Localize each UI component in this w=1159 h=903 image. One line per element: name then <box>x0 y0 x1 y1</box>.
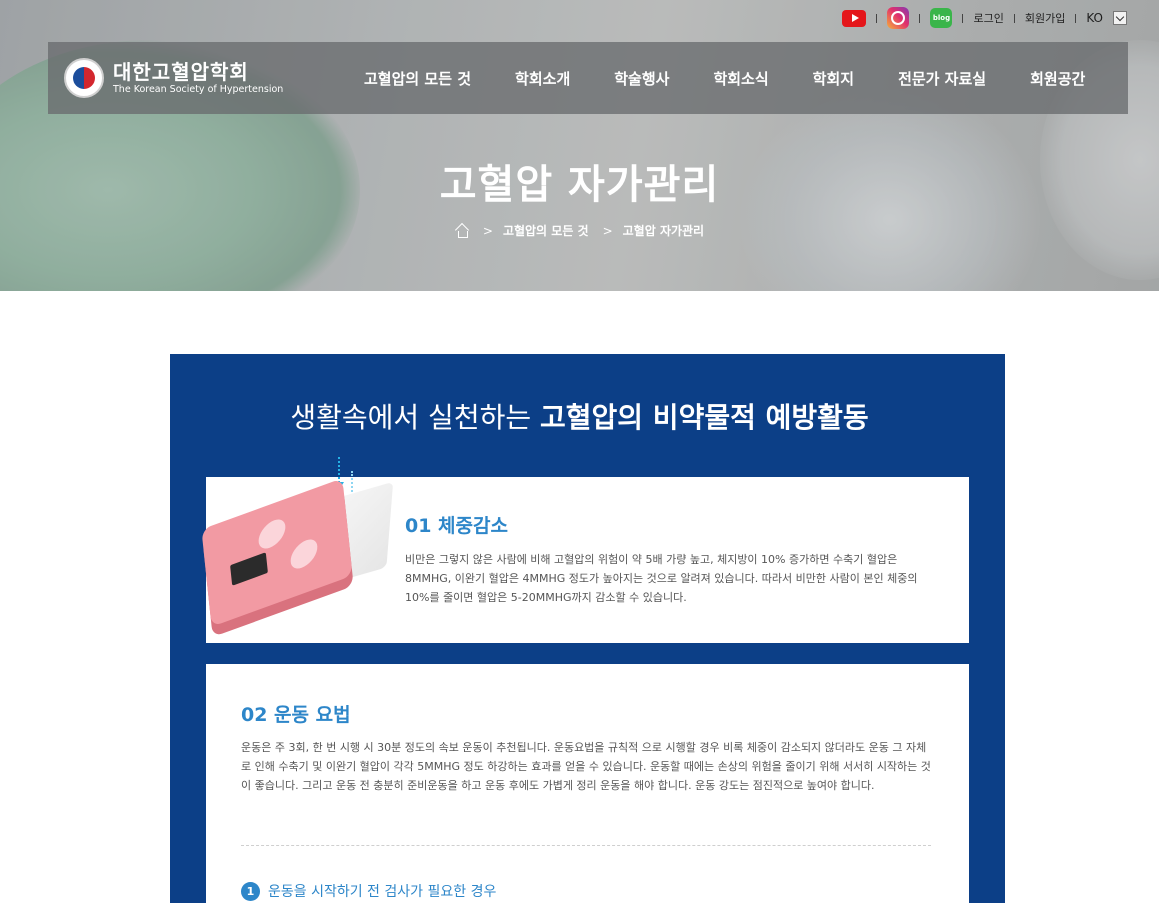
section-title-light: 생활속에서 실천하는 <box>290 401 532 434</box>
card-title: 01 체중감소 <box>405 515 508 537</box>
language-label: KO <box>1086 11 1103 25</box>
utility-bar: blog 로그인 회원가입 KO <box>842 7 1127 29</box>
nav-item-all-about-hypertension[interactable]: 고혈압의 모든 것 <box>364 68 471 89</box>
nav-item-resources[interactable]: 전문가 자료실 <box>898 68 986 89</box>
card-body: 비만은 그렇지 않은 사람에 비해 고혈압의 위험이 약 5배 가량 높고, 체… <box>405 553 918 604</box>
login-link[interactable]: 로그인 <box>973 10 1003 26</box>
divider <box>962 13 964 23</box>
divider <box>1013 13 1015 23</box>
signup-link[interactable]: 회원가입 <box>1025 10 1065 26</box>
section-title: 생활속에서 실천하는 고혈압의 비약물적 예방활동 <box>0 396 1159 436</box>
page-title: 고혈압 자가관리 <box>439 162 720 208</box>
divider <box>919 13 921 23</box>
divider <box>876 13 878 23</box>
breadcrumb-current[interactable]: 고혈압 자가관리 <box>623 222 704 239</box>
scale-body <box>201 478 353 627</box>
logo-korean: 대한고혈압학회 <box>113 59 249 84</box>
site-logo[interactable]: 대한고혈압학회 The Korean Society of Hypertensi… <box>64 58 354 98</box>
card-title: 02 운동 요법 <box>241 704 351 726</box>
number-badge: 1 <box>241 881 260 901</box>
language-select[interactable]: KO <box>1086 11 1127 25</box>
chevron-right-icon: > <box>602 223 613 238</box>
blog-icon[interactable]: blog <box>930 8 953 28</box>
subitem-label: 운동을 시작하기 전 검사가 필요한 경우 <box>268 884 497 900</box>
nav-item-events[interactable]: 학술행사 <box>614 68 669 89</box>
home-icon[interactable] <box>455 224 469 238</box>
main-nav: 대한고혈압학회 The Korean Society of Hypertensi… <box>48 42 1128 114</box>
exercise-subitem[interactable]: 1 운동을 시작하기 전 검사가 필요한 경우 <box>241 881 496 901</box>
instagram-icon[interactable] <box>887 7 910 29</box>
section-title-bold: 고혈압의 비약물적 예방활동 <box>540 401 869 434</box>
logo-english: The Korean Society of Hypertension <box>113 83 284 95</box>
card-body: 운동은 주 3회, 한 번 시행 시 30분 정도의 속보 운동이 추천됩니다.… <box>241 741 931 792</box>
nav-item-members[interactable]: 회원공간 <box>1030 68 1085 89</box>
divider <box>241 845 931 846</box>
society-emblem-icon <box>64 58 104 98</box>
menu: 고혈압의 모든 것 학회소개 학술행사 학회소식 학회지 전문가 자료실 회원공… <box>364 68 1085 89</box>
chevron-down-icon[interactable] <box>1113 11 1127 25</box>
youtube-icon[interactable] <box>842 9 867 27</box>
nav-item-about[interactable]: 학회소개 <box>515 68 570 89</box>
arrow-line <box>338 457 340 483</box>
divider <box>1075 13 1077 23</box>
chevron-right-icon: > <box>482 223 493 238</box>
card-exercise: 02 운동 요법 운동은 주 3회, 한 번 시행 시 30분 정도의 속보 운… <box>206 664 969 903</box>
breadcrumb: > 고혈압의 모든 것 > 고혈압 자가관리 <box>0 222 1159 239</box>
hero-banner: blog 로그인 회원가입 KO 대한고혈압학회 The Korean Soci… <box>0 0 1159 291</box>
scale-illustration <box>190 455 394 627</box>
nav-item-journal[interactable]: 학회지 <box>813 68 854 89</box>
nav-item-news[interactable]: 학회소식 <box>713 68 768 89</box>
breadcrumb-item[interactable]: 고혈압의 모든 것 <box>503 222 589 239</box>
